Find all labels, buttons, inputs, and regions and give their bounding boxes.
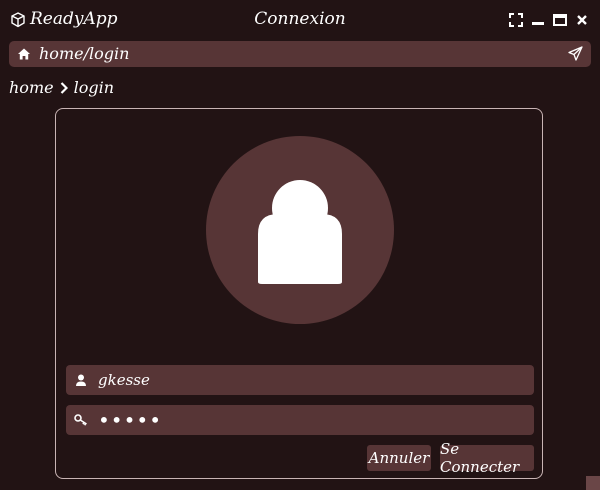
close-icon[interactable] [574,12,590,28]
breadcrumb-home[interactable]: home [9,78,54,97]
chevron-right-icon [60,81,68,94]
address-bar[interactable]: home/login [9,41,591,67]
paper-plane-icon[interactable] [568,46,583,61]
maximize-icon[interactable] [552,12,568,28]
app-name: ReadyApp [30,9,118,29]
address-path[interactable]: home/login [39,44,129,63]
title-bar: ReadyApp Connexion [0,0,600,40]
username-input[interactable] [98,365,518,395]
user-icon [258,180,342,284]
cancel-button[interactable]: Annuler [367,445,431,471]
password-field[interactable] [66,405,534,435]
password-input[interactable] [98,405,518,435]
key-icon [74,412,88,426]
app-window: ReadyApp Connexion home/login home login… [0,0,600,490]
home-icon[interactable] [17,46,31,60]
resize-grip[interactable] [586,476,600,490]
user-small-icon [74,372,88,386]
breadcrumb: home login [9,78,114,97]
username-field[interactable] [66,365,534,395]
cube-icon [10,12,26,28]
avatar [206,136,394,324]
login-panel: Annuler Se Connecter [55,108,543,479]
minimize-icon[interactable] [530,12,546,28]
breadcrumb-login[interactable]: login [74,78,114,97]
fullscreen-icon[interactable] [508,12,524,28]
window-controls [508,12,590,28]
connect-button[interactable]: Se Connecter [440,440,534,476]
